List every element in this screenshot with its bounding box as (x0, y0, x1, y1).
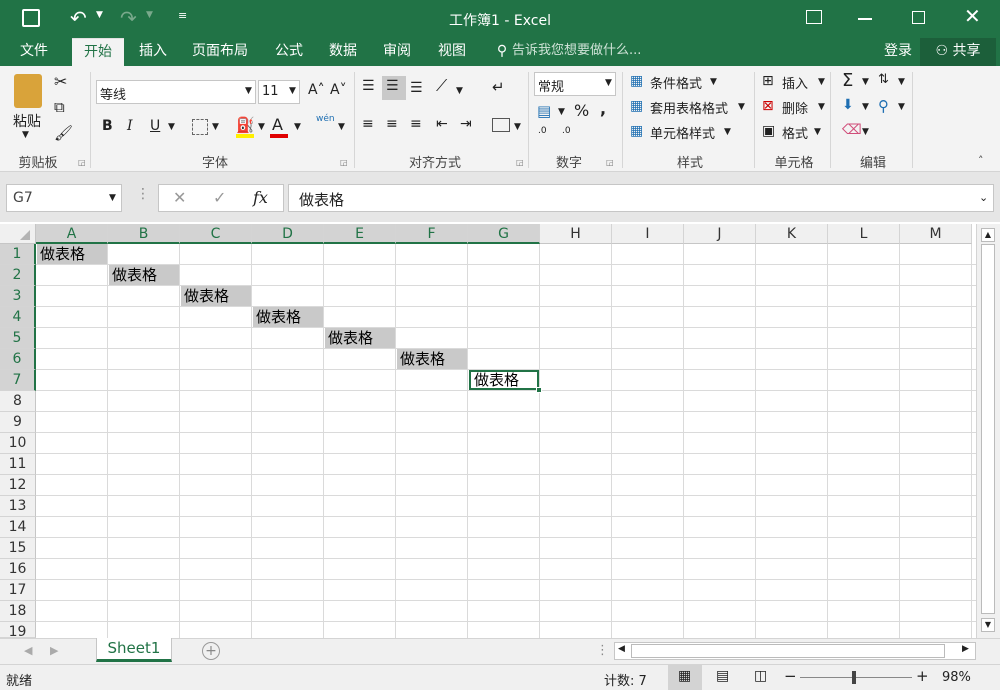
scroll-left-icon[interactable]: ◀ (618, 644, 625, 654)
fill-handle[interactable] (536, 387, 542, 393)
page-layout-view-icon[interactable]: ▤ (716, 668, 729, 684)
cell[interactable]: 做表格 (253, 307, 323, 327)
scroll-up-icon[interactable]: ▲ (981, 228, 995, 242)
status-bar: 就绪 计数: 7 ▦ ▤ ◫ − + 98% (0, 664, 1000, 690)
sheet-tabs-bar: ◀ ▶ Sheet1 + ⋮ ◀ ▶ (0, 638, 1000, 664)
scroll-down-icon[interactable]: ▼ (981, 618, 995, 632)
add-sheet-icon[interactable]: + (202, 642, 220, 660)
horizontal-scroll-thumb[interactable] (631, 644, 945, 658)
cell[interactable]: 做表格 (109, 265, 179, 285)
ready-status: 就绪 (6, 674, 33, 689)
vertical-scrollbar[interactable]: ▲ ▼ (976, 224, 1000, 638)
cell[interactable]: 做表格 (325, 328, 395, 348)
vertical-scroll-thumb[interactable] (981, 244, 995, 614)
zoom-slider-track[interactable] (800, 677, 912, 678)
active-cell[interactable]: 做表格 (469, 370, 539, 390)
next-sheet-icon[interactable]: ▶ (50, 644, 58, 657)
grid-lines (36, 244, 976, 638)
zoom-level[interactable]: 98% (942, 670, 971, 685)
zoom-in-icon[interactable]: + (916, 667, 929, 685)
cell[interactable]: 做表格 (181, 286, 251, 306)
zoom-out-icon[interactable]: − (784, 667, 797, 685)
normal-view-icon: ▦ (678, 668, 692, 684)
cell[interactable]: 做表格 (37, 244, 107, 264)
sheet-tab-sheet1[interactable]: Sheet1 (96, 638, 172, 662)
count-status: 计数: 7 (604, 674, 647, 689)
prev-sheet-icon[interactable]: ◀ (24, 644, 32, 657)
normal-view-button[interactable]: ▦ (668, 665, 702, 690)
horizontal-scrollbar[interactable]: ◀ (614, 642, 976, 660)
page-break-view-icon[interactable]: ◫ (754, 668, 767, 684)
cell[interactable]: 做表格 (397, 349, 467, 369)
zoom-slider-handle[interactable] (852, 671, 856, 684)
tab-splitter-icon[interactable]: ⋮ (596, 643, 609, 658)
scroll-right-icon[interactable]: ▶ (962, 644, 969, 654)
